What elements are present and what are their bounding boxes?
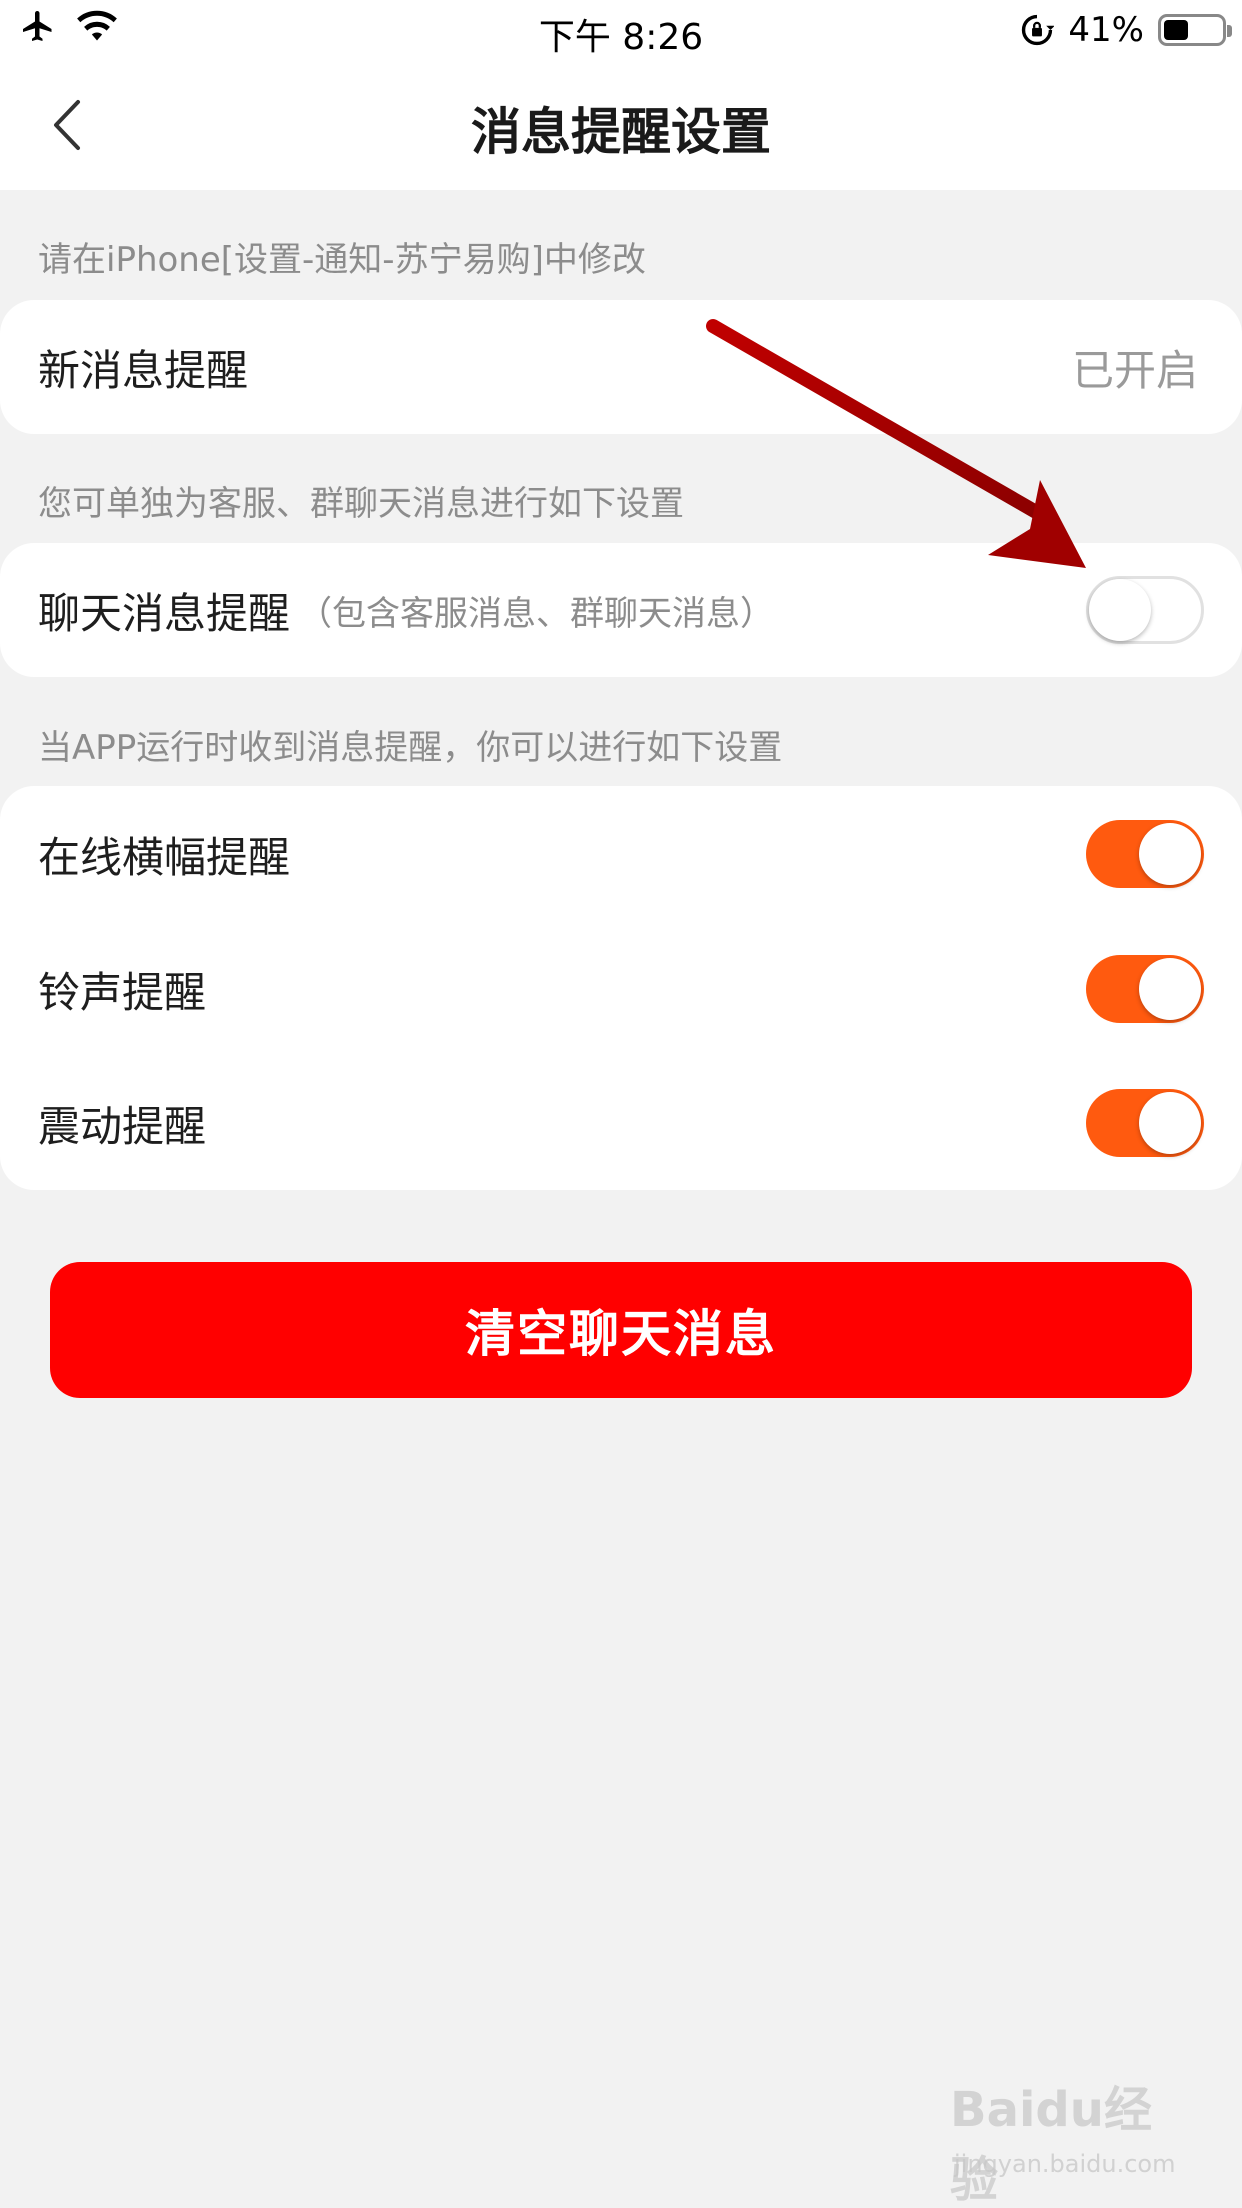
vibration-alert-label: 震动提醒 [38,1101,207,1151]
chat-settings-hint: 您可单独为客服、群聊天消息进行如下设置 [38,484,684,524]
chat-message-card: 聊天消息提醒 （包含客服消息、群聊天消息） [0,543,1242,677]
new-message-label: 新消息提醒 [38,345,249,395]
app-running-hint: 当APP运行时收到消息提醒，你可以进行如下设置 [38,728,783,768]
new-message-row[interactable]: 新消息提醒 已开启 [0,300,1242,434]
toggle-knob [1089,579,1151,641]
toggle-knob [1139,958,1201,1020]
chat-message-sublabel: （包含客服消息、群聊天消息） [298,593,775,634]
toggle-knob [1139,823,1201,885]
banner-alert-label: 在线横幅提醒 [38,832,291,882]
new-message-status: 已开启 [1071,345,1198,395]
rotation-lock-icon [1022,14,1055,46]
toggle-knob [1139,1092,1201,1154]
system-settings-hint: 请在iPhone[设置-通知-苏宁易购]中修改 [38,240,646,280]
baidu-watermark: Baidu经验 jingyan.baidu.com [950,2070,1190,2208]
page-title: 消息提醒设置 [471,103,771,161]
in-app-settings-card: 在线横幅提醒 铃声提醒 震动提醒 [0,786,1242,1190]
banner-alert-toggle[interactable] [1086,820,1204,888]
battery-icon [1158,14,1232,46]
clear-chat-button[interactable]: 清空聊天消息 [50,1262,1192,1398]
ringtone-alert-toggle[interactable] [1086,955,1204,1023]
banner-alert-row: 在线横幅提醒 [0,787,1242,921]
status-bar: 下午 8:26 41% [0,0,1242,62]
battery-percent: 41% [1068,10,1144,50]
battery-level [1164,20,1188,40]
ringtone-alert-label: 铃声提醒 [38,967,207,1017]
chat-message-row: 聊天消息提醒 （包含客服消息、群聊天消息） [0,543,1242,677]
chat-message-label: 聊天消息提醒 [38,588,291,638]
new-message-card: 新消息提醒 已开启 [0,300,1242,434]
watermark-logo: Baidu经验 [950,2082,1152,2208]
chat-message-toggle[interactable] [1086,576,1204,644]
ringtone-alert-row: 铃声提醒 [0,922,1242,1056]
nav-bar: 消息提醒设置 [0,62,1242,190]
status-right: 41% [1020,10,1232,50]
vibration-alert-row: 震动提醒 [0,1056,1242,1190]
watermark-url: jingyan.baidu.com [954,2150,1176,2178]
vibration-alert-toggle[interactable] [1086,1089,1204,1157]
